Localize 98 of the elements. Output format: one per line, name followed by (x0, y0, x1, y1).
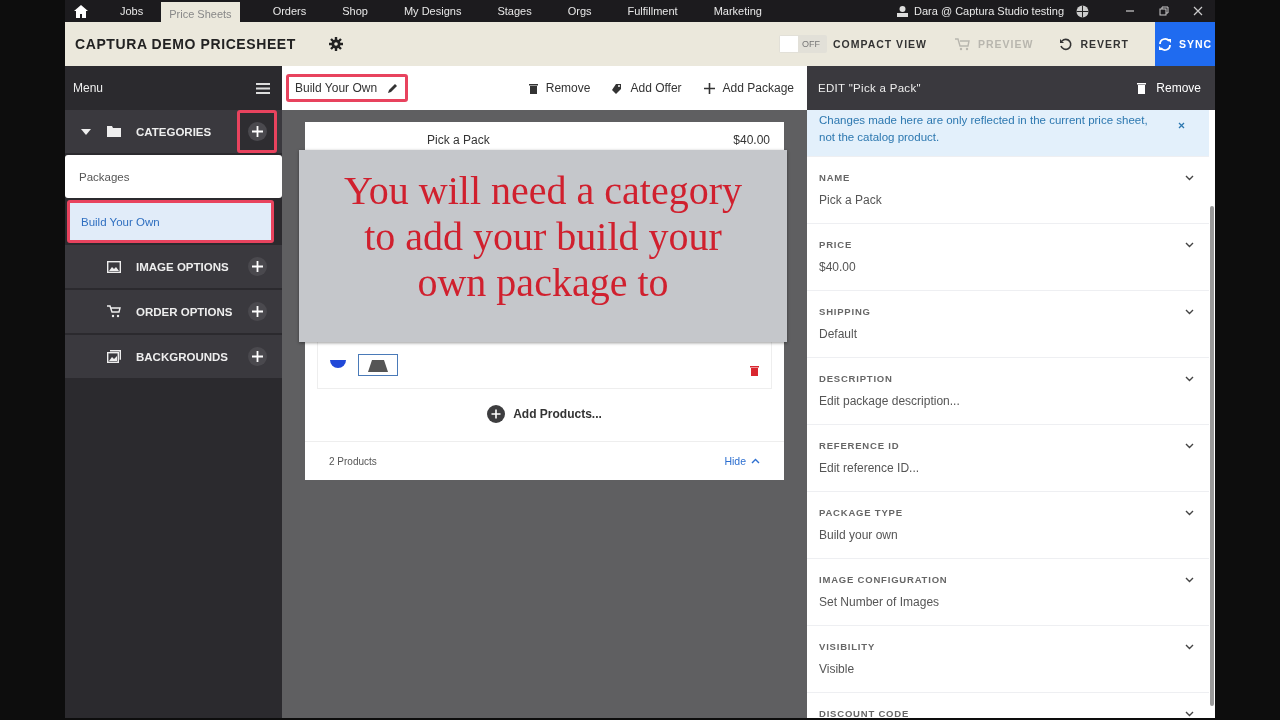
backgrounds-icon (107, 350, 121, 363)
sidebar-section[interactable]: ORDER OPTIONS (65, 290, 282, 333)
field-label: SHIPPING (819, 306, 871, 317)
trash-icon (528, 82, 538, 94)
plus-icon (247, 347, 267, 366)
nav-tab[interactable]: My Designs (385, 0, 480, 22)
image-icon (107, 260, 121, 273)
remove-button[interactable]: Remove (1137, 81, 1201, 95)
plus-icon (247, 122, 267, 141)
chevron-down-icon[interactable] (1185, 643, 1194, 650)
field-value: $40.00 (819, 260, 857, 274)
nav-tab[interactable]: Jobs (102, 0, 162, 22)
field-label: DESCRIPTION (819, 373, 893, 384)
field-value: Default (819, 327, 859, 341)
add-button[interactable] (237, 110, 277, 153)
category-title[interactable]: Build Your Own (286, 74, 409, 102)
field-value: Edit package description... (819, 394, 961, 408)
editor-field[interactable]: VISIBILITY Visible (807, 625, 1209, 692)
chevron-down-icon[interactable] (1185, 576, 1194, 583)
category-item[interactable]: Packages (65, 155, 282, 198)
compact-view-label: COMPACT VIEW (832, 38, 927, 50)
editor-field[interactable]: PRICE $40.00 (807, 223, 1209, 290)
field-label: PRICE (819, 239, 853, 250)
sidebar-section[interactable]: BACKGROUNDS (65, 335, 282, 378)
chevron-down-icon[interactable] (1185, 375, 1194, 382)
settings-icon[interactable] (328, 37, 343, 51)
folder-icon (107, 126, 121, 137)
nav-tab[interactable]: Orgs (549, 0, 610, 22)
user-icon (897, 5, 909, 17)
toolbar-button[interactable]: Add Package (703, 81, 794, 95)
plus-icon (703, 82, 715, 94)
chevron-down-icon[interactable] (1185, 509, 1194, 516)
field-label: VISIBILITY (819, 641, 876, 652)
hide-link[interactable]: Hide (724, 455, 760, 467)
category-item[interactable]: Build Your Own (67, 200, 274, 243)
sync-icon (1157, 37, 1172, 51)
field-label: IMAGE CONFIGURATION (819, 574, 948, 585)
nav-tab[interactable]: Fulfillment (609, 0, 696, 22)
menu-title: Menu (73, 81, 104, 95)
editor-field[interactable]: REFERENCE ID Edit reference ID... (807, 424, 1209, 491)
chevron-up-icon (751, 458, 760, 464)
product-count: 2 Products (329, 455, 377, 467)
undo-icon (1059, 37, 1073, 51)
editor-field[interactable]: NAME Pick a Pack (807, 156, 1209, 223)
package-price: $40.00 (733, 133, 770, 149)
plus-icon (487, 405, 506, 423)
toolbar-button[interactable]: Remove (528, 81, 591, 95)
tag-icon (612, 82, 623, 94)
radio-icon[interactable] (330, 360, 346, 368)
revert-button[interactable]: REVERT (1059, 37, 1129, 51)
info-message: Changes made here are only reflected in the current price sheet, not the catalog product. (819, 113, 1149, 145)
chevron-down-icon[interactable] (1185, 710, 1194, 717)
user-name[interactable]: Dara @ Captura Studio testing (914, 5, 1064, 17)
cart-icon (954, 37, 970, 51)
editor-field[interactable]: IMAGE CONFIGURATION Set Number of Images (807, 558, 1209, 625)
print-thumbnail-icon (358, 354, 398, 376)
menu-icon[interactable] (256, 82, 270, 94)
nav-tab[interactable]: Stages (479, 0, 550, 22)
field-value: Visible (819, 662, 856, 676)
editor-field[interactable]: DESCRIPTION Edit package description... (807, 357, 1209, 424)
editor-title: EDIT "Pick a Pack" (818, 82, 921, 94)
chevron-down-icon[interactable] (1185, 442, 1194, 449)
caret-icon[interactable] (81, 128, 91, 135)
delete-icon[interactable] (750, 365, 759, 376)
plus-icon (247, 302, 267, 321)
editor-field[interactable]: SHIPPING Default (807, 290, 1209, 357)
editor-field[interactable]: DISCOUNT CODE (807, 692, 1209, 718)
globe-icon[interactable] (1076, 4, 1089, 18)
trash-icon (1137, 82, 1147, 94)
restore-icon[interactable] (1159, 6, 1169, 16)
home-icon[interactable] (74, 4, 88, 18)
cart-icon (107, 305, 121, 318)
pricesheet-title: CAPTURA DEMO PRICESHEET (75, 36, 296, 52)
chevron-down-icon[interactable] (1185, 241, 1194, 248)
editor-field[interactable]: PACKAGE TYPE Build your own (807, 491, 1209, 558)
tutorial-callout: You will need a category to add your build your own package to (299, 150, 787, 342)
field-label: PACKAGE TYPE (819, 507, 903, 518)
pencil-icon (387, 82, 399, 94)
field-value: Set Number of Images (819, 595, 941, 609)
chevron-down-icon[interactable] (1185, 308, 1194, 315)
nav-tab[interactable]: Orders (254, 0, 325, 22)
field-label: NAME (819, 172, 851, 183)
nav-tab[interactable]: Shop (324, 0, 386, 22)
plus-icon (247, 257, 267, 276)
field-value: Edit reference ID... (819, 461, 921, 475)
field-label: REFERENCE ID (819, 440, 900, 451)
add-products-button[interactable]: Add Products... (487, 405, 602, 423)
sidebar-section[interactable]: IMAGE OPTIONS (65, 245, 282, 288)
sync-button[interactable]: SYNC (1155, 22, 1215, 66)
toolbar-button[interactable]: Add Offer (612, 81, 682, 95)
sidebar-section[interactable]: CATEGORIES (65, 110, 282, 153)
field-value: Pick a Pack (819, 193, 883, 207)
field-label: DISCOUNT CODE (819, 708, 910, 718)
compact-view-toggle[interactable]: OFF (778, 35, 827, 53)
package-name: Pick a Pack (427, 133, 490, 149)
chevron-down-icon[interactable] (1185, 174, 1194, 181)
field-value: Build your own (819, 528, 899, 542)
nav-tab[interactable]: Marketing (695, 0, 780, 22)
